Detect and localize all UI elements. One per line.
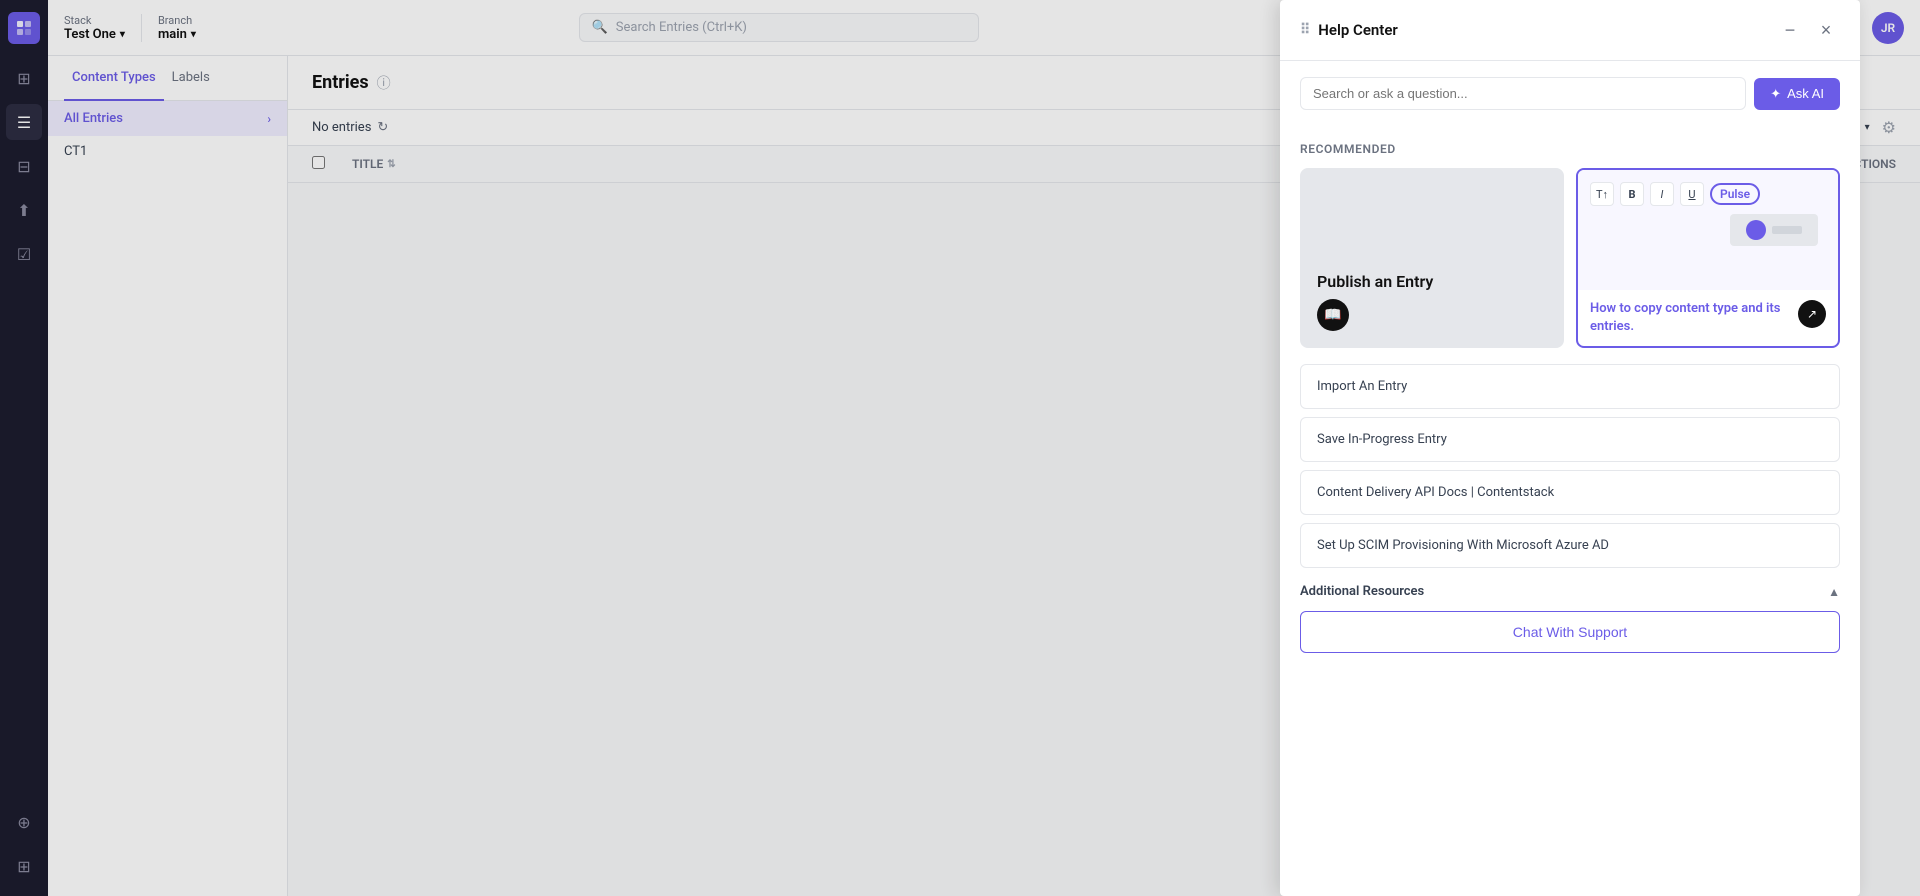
publish-entry-card[interactable]: Publish an Entry 📖 [1300,168,1564,348]
help-panel-header: ⠿ Help Center − × [1280,0,1860,61]
refresh-icon[interactable]: ↻ [377,120,388,135]
tab-labels[interactable]: Labels [164,56,218,101]
close-button[interactable]: × [1812,16,1840,44]
copy-content-type-title: How to copy content type and its entries… [1590,300,1790,336]
card-blue-top: T↑ B I U Pulse [1578,170,1838,290]
external-link-icon: ↗ [1798,300,1826,328]
pulse-badge: Pulse [1710,183,1760,205]
settings-icon[interactable]: ⚙ [1882,118,1896,137]
help-center-drag-icon[interactable]: ⠿ [1300,22,1310,38]
search-icon: 🔍 [592,20,608,35]
nav-dashboard-icon[interactable]: ⊞ [6,60,42,96]
toolbar-text-btn: T↑ [1590,182,1614,206]
recommended-label: Recommended [1300,142,1840,156]
nav-assets-icon[interactable]: ⊟ [6,148,42,184]
help-panel-controls: − × [1776,16,1840,44]
branch-name: main ▾ [158,27,196,42]
entries-title: Entries [312,72,369,93]
user-avatar[interactable]: JR [1872,12,1904,44]
blue-circle [1746,220,1766,240]
additional-resources-collapse-icon[interactable]: ▲ [1828,585,1840,599]
nav-extensions-icon[interactable]: ⊞ [6,848,42,884]
recommended-cards: Publish an Entry 📖 T↑ B I U Pulse [1300,168,1840,348]
search-placeholder: Search Entries (Ctrl+K) [616,20,747,35]
entries-help-icon[interactable]: ⓘ [377,73,391,93]
help-panel-body: Recommended Publish an Entry 📖 T↑ B I U … [1280,126,1860,896]
content-delivery-api-link[interactable]: Content Delivery API Docs | Contentstack [1300,470,1840,515]
card-toolbar: T↑ B I U Pulse [1590,182,1826,206]
chat-support-button[interactable]: Chat With Support [1300,611,1840,653]
nav-workflows-icon[interactable]: ☑ [6,236,42,272]
left-sidebar: Content Types Labels All Entries › CT1 [48,56,288,896]
stack-chevron-icon: ▾ [120,29,125,40]
select-all-checkbox[interactable] [312,156,325,169]
minimize-button[interactable]: − [1776,16,1804,44]
additional-resources-label: Additional Resources [1300,584,1424,599]
tab-content-types[interactable]: Content Types [64,56,164,101]
sidebar-tabs: Content Types Labels [48,56,287,101]
help-panel-title: ⠿ Help Center [1300,21,1398,39]
title-column-header: Title [352,157,383,171]
ai-icon: ✦ [1770,86,1781,102]
app-logo[interactable] [8,12,40,44]
search-bar[interactable]: 🔍 Search Entries (Ctrl+K) [579,13,979,42]
icon-sidebar: ⊞ ☰ ⊟ ⬆ ☑ ⊕ ⊞ [0,0,48,896]
all-entries-chevron-icon: › [267,112,271,126]
no-entries-label: No entries ↻ [312,120,388,135]
all-entries-label: All Entries [64,111,123,126]
additional-resources-section: Additional Resources ▲ [1300,584,1840,599]
sidebar-item-all-entries[interactable]: All Entries › [48,101,287,136]
title-sort-icon[interactable]: ⇅ [387,159,395,170]
import-entry-link[interactable]: Import An Entry [1300,364,1840,409]
nav-releases-icon[interactable]: ⬆ [6,192,42,228]
toolbar-bold-btn: B [1620,182,1644,206]
branch-selector[interactable]: Branch main ▾ [141,14,196,42]
branch-label: Branch [158,14,196,27]
card-blue-bottom: How to copy content type and its entries… [1578,290,1838,346]
toolbar-italic-btn: I [1650,182,1674,206]
nav-entries-icon[interactable]: ☰ [6,104,42,140]
help-search-input[interactable] [1300,77,1746,110]
help-search-area: ✦ Ask AI [1280,61,1860,126]
stack-label: Stack [64,14,125,27]
sidebar-item-ct1[interactable]: CT1 [48,136,287,167]
scim-provisioning-link[interactable]: Set Up SCIM Provisioning With Microsoft … [1300,523,1840,568]
stack-selector[interactable]: Stack Test One ▾ [64,14,125,42]
help-panel: ⠿ Help Center − × ✦ Ask AI Recommended P… [1280,0,1860,896]
ask-ai-button[interactable]: ✦ Ask AI [1754,78,1840,110]
nav-settings-icon[interactable]: ⊕ [6,804,42,840]
branch-chevron-icon: ▾ [191,29,196,40]
publish-entry-title: Publish an Entry [1317,272,1547,291]
save-entry-link[interactable]: Save In-Progress Entry [1300,417,1840,462]
copy-content-type-card[interactable]: T↑ B I U Pulse [1576,168,1840,348]
publish-entry-icon: 📖 [1317,299,1349,331]
states-chevron-icon: ▾ [1865,122,1870,133]
toolbar-underline-btn: U [1680,182,1704,206]
stack-name: Test One ▾ [64,27,125,42]
